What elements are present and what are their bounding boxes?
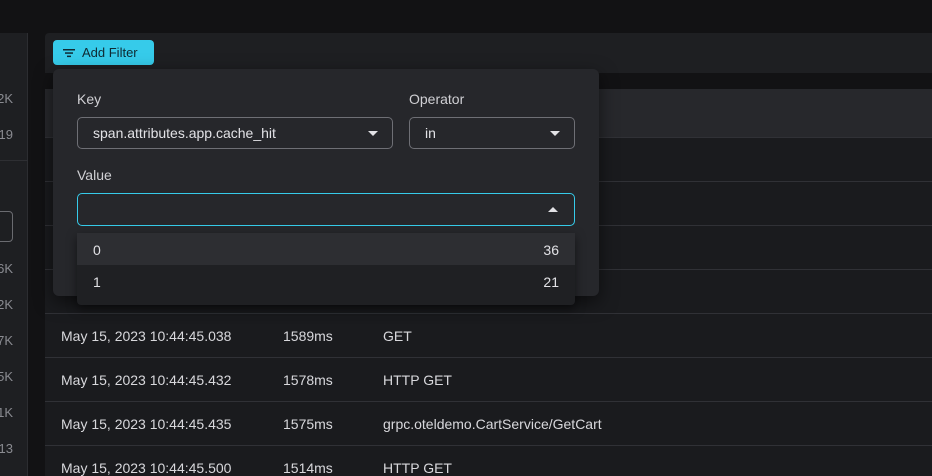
facet-count: 6K [0,261,13,276]
row-duration: 1578ms [283,372,333,388]
value-option[interactable]: 1 21 [77,265,575,297]
option-count: 21 [543,274,559,290]
value-label: Value [77,167,112,183]
row-span-name: GET [383,328,412,344]
facet-count: 13 [0,441,13,456]
facet-count: 19 [0,127,13,142]
table-row[interactable]: May 15, 2023 10:44:45.432 1578ms HTTP GE… [45,358,932,402]
row-timestamp: May 15, 2023 10:44:45.500 [61,460,232,476]
row-span-name: HTTP GET [383,460,452,476]
sidebar-divider [0,160,28,161]
row-duration: 1514ms [283,460,333,476]
filter-icon [63,48,75,57]
table-row[interactable]: May 15, 2023 10:44:45.038 1589ms GET [45,314,932,358]
value-option[interactable]: 0 36 [77,233,575,265]
row-span-name: grpc.oteldemo.CartService/GetCart [383,416,602,432]
option-value: 1 [93,274,101,290]
value-input[interactable] [78,194,574,225]
table-row[interactable]: May 15, 2023 10:44:45.435 1575ms grpc.ot… [45,402,932,446]
row-timestamp: May 15, 2023 10:44:45.432 [61,372,232,388]
table-row[interactable]: May 15, 2023 10:44:45.500 1514ms HTTP GE… [45,446,932,476]
facet-search-box[interactable] [0,211,13,242]
facet-sidebar: 2K 19 6K 2K 7K 5K 1K 13 [0,33,28,476]
row-duration: 1575ms [283,416,333,432]
row-timestamp: May 15, 2023 10:44:45.435 [61,416,232,432]
facet-count: 5K [0,369,13,384]
key-select-value: span.attributes.app.cache_hit [93,125,276,141]
facet-count: 7K [0,333,13,348]
facet-count: 2K [0,297,13,312]
option-value: 0 [93,242,101,258]
caret-down-icon [368,131,378,136]
value-combobox[interactable] [77,193,575,226]
key-select[interactable]: span.attributes.app.cache_hit [77,117,393,149]
add-filter-label: Add Filter [82,45,138,60]
facet-count: 1K [0,405,13,420]
caret-up-icon[interactable] [548,207,558,212]
row-timestamp: May 15, 2023 10:44:45.038 [61,328,232,344]
row-duration: 1589ms [283,328,333,344]
add-filter-button[interactable]: Add Filter [53,40,154,65]
option-count: 36 [543,242,559,258]
caret-down-icon [550,131,560,136]
filter-bar: Add Filter [45,33,932,73]
operator-select[interactable]: in [409,117,575,149]
operator-select-value: in [425,125,436,141]
facet-count: 2K [0,91,13,106]
value-options-list: 0 36 1 21 [77,233,575,305]
row-span-name: HTTP GET [383,372,452,388]
key-label: Key [77,91,102,107]
operator-label: Operator [409,91,465,107]
